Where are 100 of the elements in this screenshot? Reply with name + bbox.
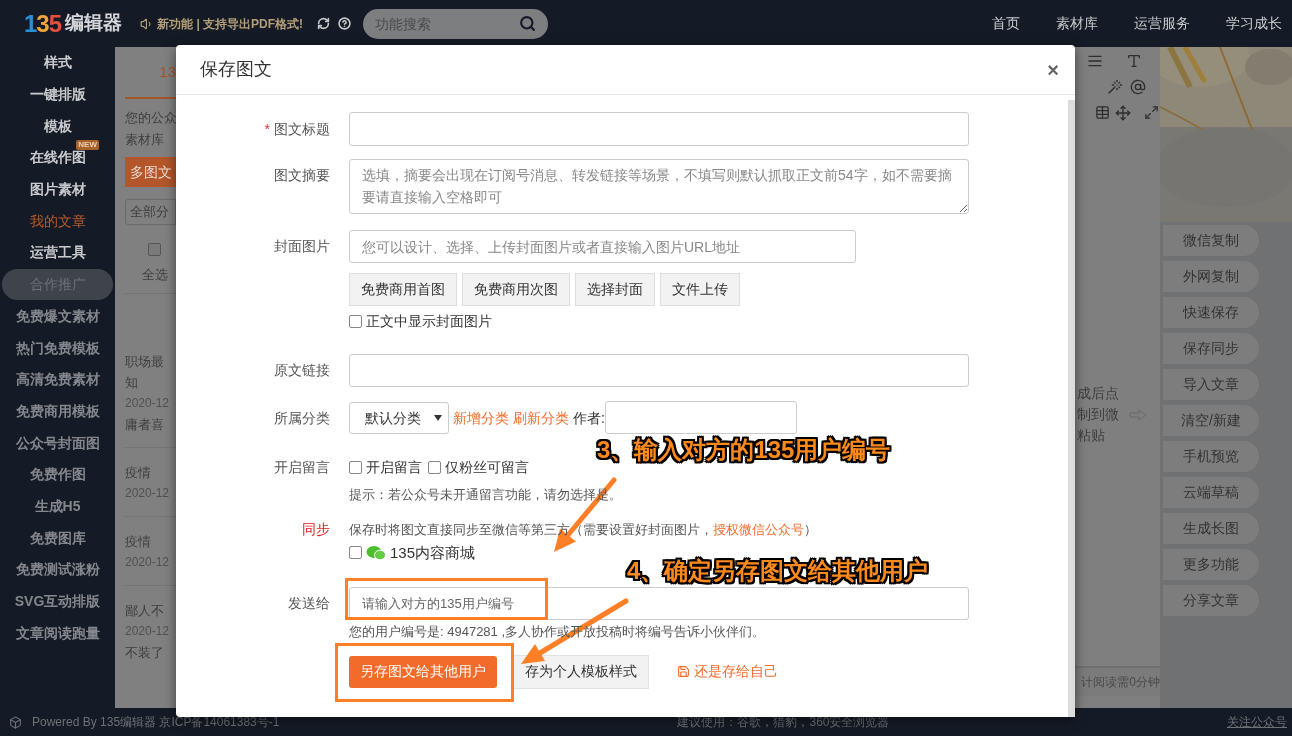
sidebar-item[interactable]: 免费测试涨粉 bbox=[15, 559, 100, 581]
tool-button[interactable]: 生成长图 bbox=[1163, 513, 1259, 544]
nav-link[interactable]: 素材库 bbox=[1056, 13, 1098, 34]
category-select[interactable]: 全部分 bbox=[125, 199, 176, 225]
table-icon[interactable] bbox=[1095, 105, 1110, 120]
sidebar-item[interactable]: 运营工具 bbox=[29, 242, 86, 264]
sidebar-item[interactable]: 免费爆文素材 bbox=[15, 305, 100, 327]
field-label: 图文标题 bbox=[274, 119, 330, 139]
move-icon[interactable] bbox=[1115, 105, 1132, 121]
magic-wand-icon[interactable] bbox=[1107, 79, 1124, 95]
sidebar-item[interactable]: 高清免费素材 bbox=[15, 369, 100, 391]
hint-text: 制到微 bbox=[1077, 405, 1119, 424]
required-mark: * bbox=[264, 119, 270, 139]
intro-text: 素材库 bbox=[125, 131, 165, 149]
tool-button[interactable]: 微信复制 bbox=[1163, 225, 1259, 256]
tool-button[interactable]: 云端草稿 bbox=[1163, 477, 1259, 508]
article-title[interactable]: 疫情 bbox=[125, 461, 176, 483]
save-self-link[interactable]: 还是存给自己 bbox=[677, 661, 778, 682]
recipient-input[interactable]: 请输入对方的135用户编号 bbox=[349, 587, 969, 620]
checkbox[interactable] bbox=[349, 546, 362, 560]
cover-button[interactable]: 免费商用次图 bbox=[462, 273, 570, 306]
nav-link[interactable]: 首页 bbox=[992, 13, 1020, 34]
feature-notice[interactable]: 新功能 | 支持导出PDF格式! bbox=[157, 14, 304, 33]
tool-button[interactable]: 导入文章 bbox=[1163, 369, 1259, 400]
sidebar-item[interactable]: SVG互动排版 bbox=[14, 591, 101, 613]
tool-button[interactable]: 外网复制 bbox=[1163, 261, 1259, 292]
tool-button[interactable]: 快速保存 bbox=[1163, 297, 1259, 328]
help-icon[interactable] bbox=[338, 17, 352, 30]
category-select[interactable]: 默认分类 bbox=[349, 402, 449, 434]
tool-button[interactable]: 清空/新建 bbox=[1163, 405, 1259, 436]
link-input[interactable] bbox=[349, 354, 969, 387]
field-label: 同步 bbox=[302, 520, 330, 539]
checkbox-label: 135内容商城 bbox=[390, 542, 476, 563]
save-icon bbox=[677, 665, 690, 678]
multi-article-button[interactable]: 多图文 bbox=[125, 157, 176, 187]
sidebar-item[interactable]: 免费图库 bbox=[29, 527, 86, 549]
article-summary: 不装了 bbox=[125, 643, 165, 662]
annotation-text: 4、确定另存图文给其他用户 bbox=[627, 557, 929, 585]
category-link[interactable]: 刷新分类 bbox=[513, 407, 569, 429]
fullscreen-icon[interactable] bbox=[1143, 105, 1159, 120]
save-template-button[interactable]: 存为个人模板样式 bbox=[513, 654, 649, 689]
sidebar-item[interactable]: 免费作图 bbox=[29, 464, 86, 486]
sidebar-item[interactable]: 免费商用模板 bbox=[15, 400, 100, 422]
cover-button[interactable]: 免费商用首图 bbox=[349, 273, 457, 306]
hint-text: 粘贴 bbox=[1077, 426, 1106, 445]
checkbox[interactable] bbox=[349, 314, 362, 328]
search-icon[interactable] bbox=[519, 15, 537, 32]
select-all-label: 全选 bbox=[141, 266, 168, 284]
field-label: 图文摘要 bbox=[274, 165, 330, 185]
tool-button[interactable]: 保存同步 bbox=[1163, 333, 1259, 364]
author-input[interactable] bbox=[604, 400, 797, 434]
powered-by: Powered By 135编辑器 京ICP备14061383号-1 bbox=[32, 714, 280, 731]
summary-textarea[interactable]: 选填，摘要会出现在订阅号消息、转发链接等场景，不填写则默认抓取正文前54字，如不需要摘要请直接输入空格即可 bbox=[349, 159, 969, 214]
close-button[interactable]: × bbox=[1047, 59, 1059, 80]
checkbox[interactable] bbox=[349, 460, 362, 474]
sidebar-item[interactable]: 图片素材 bbox=[29, 179, 86, 201]
sidebar-item[interactable]: 模板 bbox=[43, 115, 72, 137]
cube-icon bbox=[9, 715, 22, 729]
sidebar-item[interactable]: 公众号封面图 bbox=[15, 432, 100, 454]
logo-mark: 135 bbox=[24, 11, 62, 36]
sidebar-item[interactable]: 文章阅读跑量 bbox=[15, 622, 100, 644]
cover-button[interactable]: 文件上传 bbox=[660, 273, 740, 306]
checkbox[interactable] bbox=[428, 460, 441, 474]
follow-link[interactable]: 关注公众号 bbox=[1227, 713, 1287, 731]
checkbox-label: 开启留言 bbox=[366, 457, 422, 477]
at-sign-icon[interactable] bbox=[1129, 79, 1146, 95]
article-title[interactable]: 鄙人不 bbox=[125, 599, 176, 621]
authorize-link[interactable]: 授权微信公众号 bbox=[713, 521, 804, 537]
checkbox[interactable] bbox=[148, 243, 161, 256]
tool-button[interactable]: 手机预览 bbox=[1163, 441, 1259, 472]
field-label: 封面图片 bbox=[274, 237, 330, 256]
field-label: 所属分类 bbox=[274, 408, 330, 428]
title-input[interactable] bbox=[349, 112, 969, 146]
field-label: 原文链接 bbox=[274, 361, 330, 380]
refresh-icon[interactable] bbox=[317, 17, 331, 30]
tool-button[interactable]: 分享文章 bbox=[1163, 585, 1259, 616]
wechat-icon bbox=[366, 544, 386, 561]
cover-button[interactable]: 选择封面 bbox=[575, 273, 655, 306]
line-spacing-icon[interactable] bbox=[1087, 53, 1103, 69]
new-badge: NEW bbox=[76, 140, 99, 151]
save-to-user-button[interactable]: 另存图文给其他用户 bbox=[349, 655, 497, 688]
author-label: 作者: bbox=[573, 408, 605, 428]
sidebar-item[interactable]: 样式 bbox=[43, 52, 72, 74]
article-title[interactable]: 疫情 bbox=[125, 530, 176, 552]
font-size-icon[interactable] bbox=[1125, 53, 1142, 69]
tool-button[interactable]: 更多功能 bbox=[1163, 549, 1259, 580]
nav-link[interactable]: 运营服务 bbox=[1134, 13, 1190, 34]
cover-input[interactable]: 您可以设计、选择、上传封面图片或者直接输入图片URL地址 bbox=[349, 230, 856, 263]
nav-link[interactable]: 学习成长 bbox=[1226, 13, 1282, 34]
sidebar-item[interactable]: 一键排版 bbox=[29, 84, 86, 106]
field-label: 发送给 bbox=[288, 594, 330, 613]
article-title[interactable]: 职场最 知 bbox=[125, 350, 176, 393]
dialog-title: 保存图文 bbox=[200, 58, 272, 81]
category-link[interactable]: 新增分类 bbox=[453, 407, 509, 429]
sidebar-item[interactable]: 热门免费模板 bbox=[15, 337, 100, 359]
scrollbar[interactable] bbox=[1068, 100, 1075, 717]
sidebar-item[interactable]: 我的文章 bbox=[29, 210, 86, 232]
field-label: 开启留言 bbox=[274, 457, 330, 477]
sidebar-item[interactable]: 生成H5 bbox=[34, 495, 81, 517]
annotation-text: 3、输入对方的135用户编号 bbox=[597, 436, 891, 464]
